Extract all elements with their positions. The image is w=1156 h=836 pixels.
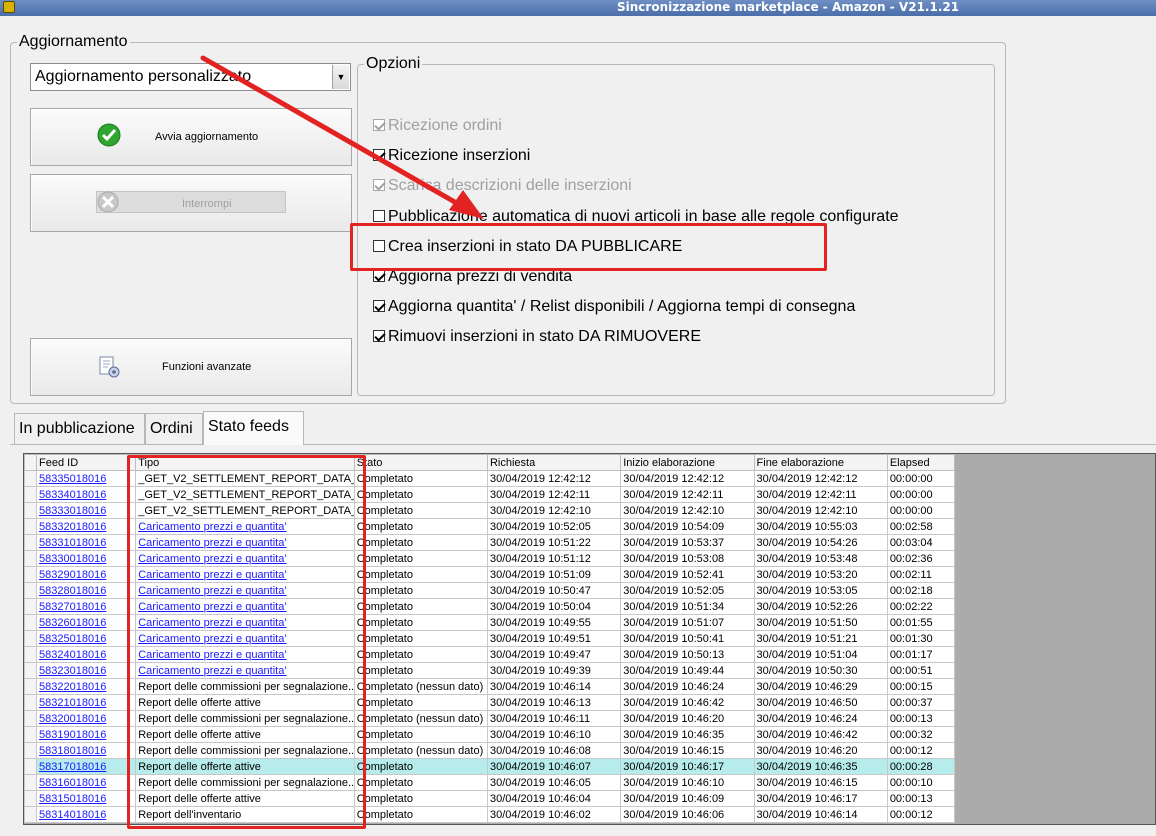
tab-label: Stato feeds [208,418,289,435]
annotation-arrow [200,55,484,219]
tab-stato-feeds[interactable]: Stato feeds [203,411,304,445]
